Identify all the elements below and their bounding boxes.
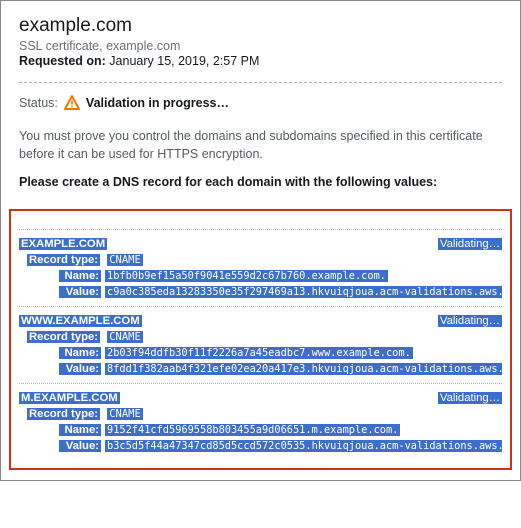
record-domain: EXAMPLE.COM [19, 238, 107, 250]
page-title: example.com [19, 15, 502, 37]
requested-on-label: Requested on: [19, 54, 106, 68]
record-type-label: Record type: [27, 408, 100, 420]
record-domain: WWW.EXAMPLE.COM [19, 315, 142, 327]
requested-on-line: Requested on: January 15, 2019, 2:57 PM [19, 54, 502, 68]
record-value-value: b3c5d5f44a47347cd85d5ccd572c0535.hkvuiqj… [105, 440, 502, 452]
record-name-label: Name: [59, 424, 101, 436]
record-value-value: 8fdd1f382aab4f321efe02ea20a417e3.hkvuiqj… [105, 363, 502, 375]
record-type-label: Record type: [27, 254, 100, 266]
record-name-label: Name: [59, 347, 101, 359]
record-name-value: 2b03f94ddfb30f11f2226a7a45eadbc7.www.exa… [105, 347, 413, 359]
record-type-value: CNAME [107, 331, 143, 343]
record-type-value: CNAME [107, 408, 143, 420]
status-line: Status: Validation in progress… [19, 95, 502, 111]
warning-triangle-icon [64, 95, 80, 111]
record-name-label: Name: [59, 270, 101, 282]
record-type-value: CNAME [107, 254, 143, 266]
record-value-value: c9a0c385eda13283350e35f297469a13.hkvuiqj… [105, 286, 502, 298]
status-text: Validation in progress… [86, 96, 229, 110]
record-domain: M.EXAMPLE.COM [19, 392, 120, 404]
dns-instruction: Please create a DNS record for each doma… [19, 175, 502, 189]
record-status: Validating… [438, 315, 502, 327]
record-value-label: Value: [59, 286, 101, 298]
record-name-value: 1bfb0b9ef15a50f9041e559d2c67b760.example… [105, 270, 388, 282]
status-label: Status: [19, 96, 58, 110]
record-type-label: Record type: [27, 331, 100, 343]
record-divider [19, 383, 502, 384]
dns-record: M.EXAMPLE.COM Validating… Record type: C… [19, 392, 502, 452]
section-divider [19, 82, 502, 83]
dns-record: EXAMPLE.COM Validating… Record type: CNA… [19, 238, 502, 298]
help-text: You must prove you control the domains a… [19, 127, 502, 163]
certificate-subtitle: SSL certificate, example.com [19, 39, 502, 53]
record-value-label: Value: [59, 363, 101, 375]
record-name-value: 9152f41cfd5969558b803455a9d06651.m.examp… [105, 424, 400, 436]
record-divider [19, 229, 502, 230]
dns-records-box: EXAMPLE.COM Validating… Record type: CNA… [9, 209, 512, 470]
record-value-label: Value: [59, 440, 101, 452]
record-status: Validating… [438, 392, 502, 404]
requested-on-value: January 15, 2019, 2:57 PM [109, 54, 259, 68]
record-divider [19, 306, 502, 307]
dns-record: WWW.EXAMPLE.COM Validating… Record type:… [19, 315, 502, 375]
record-status: Validating… [438, 238, 502, 250]
